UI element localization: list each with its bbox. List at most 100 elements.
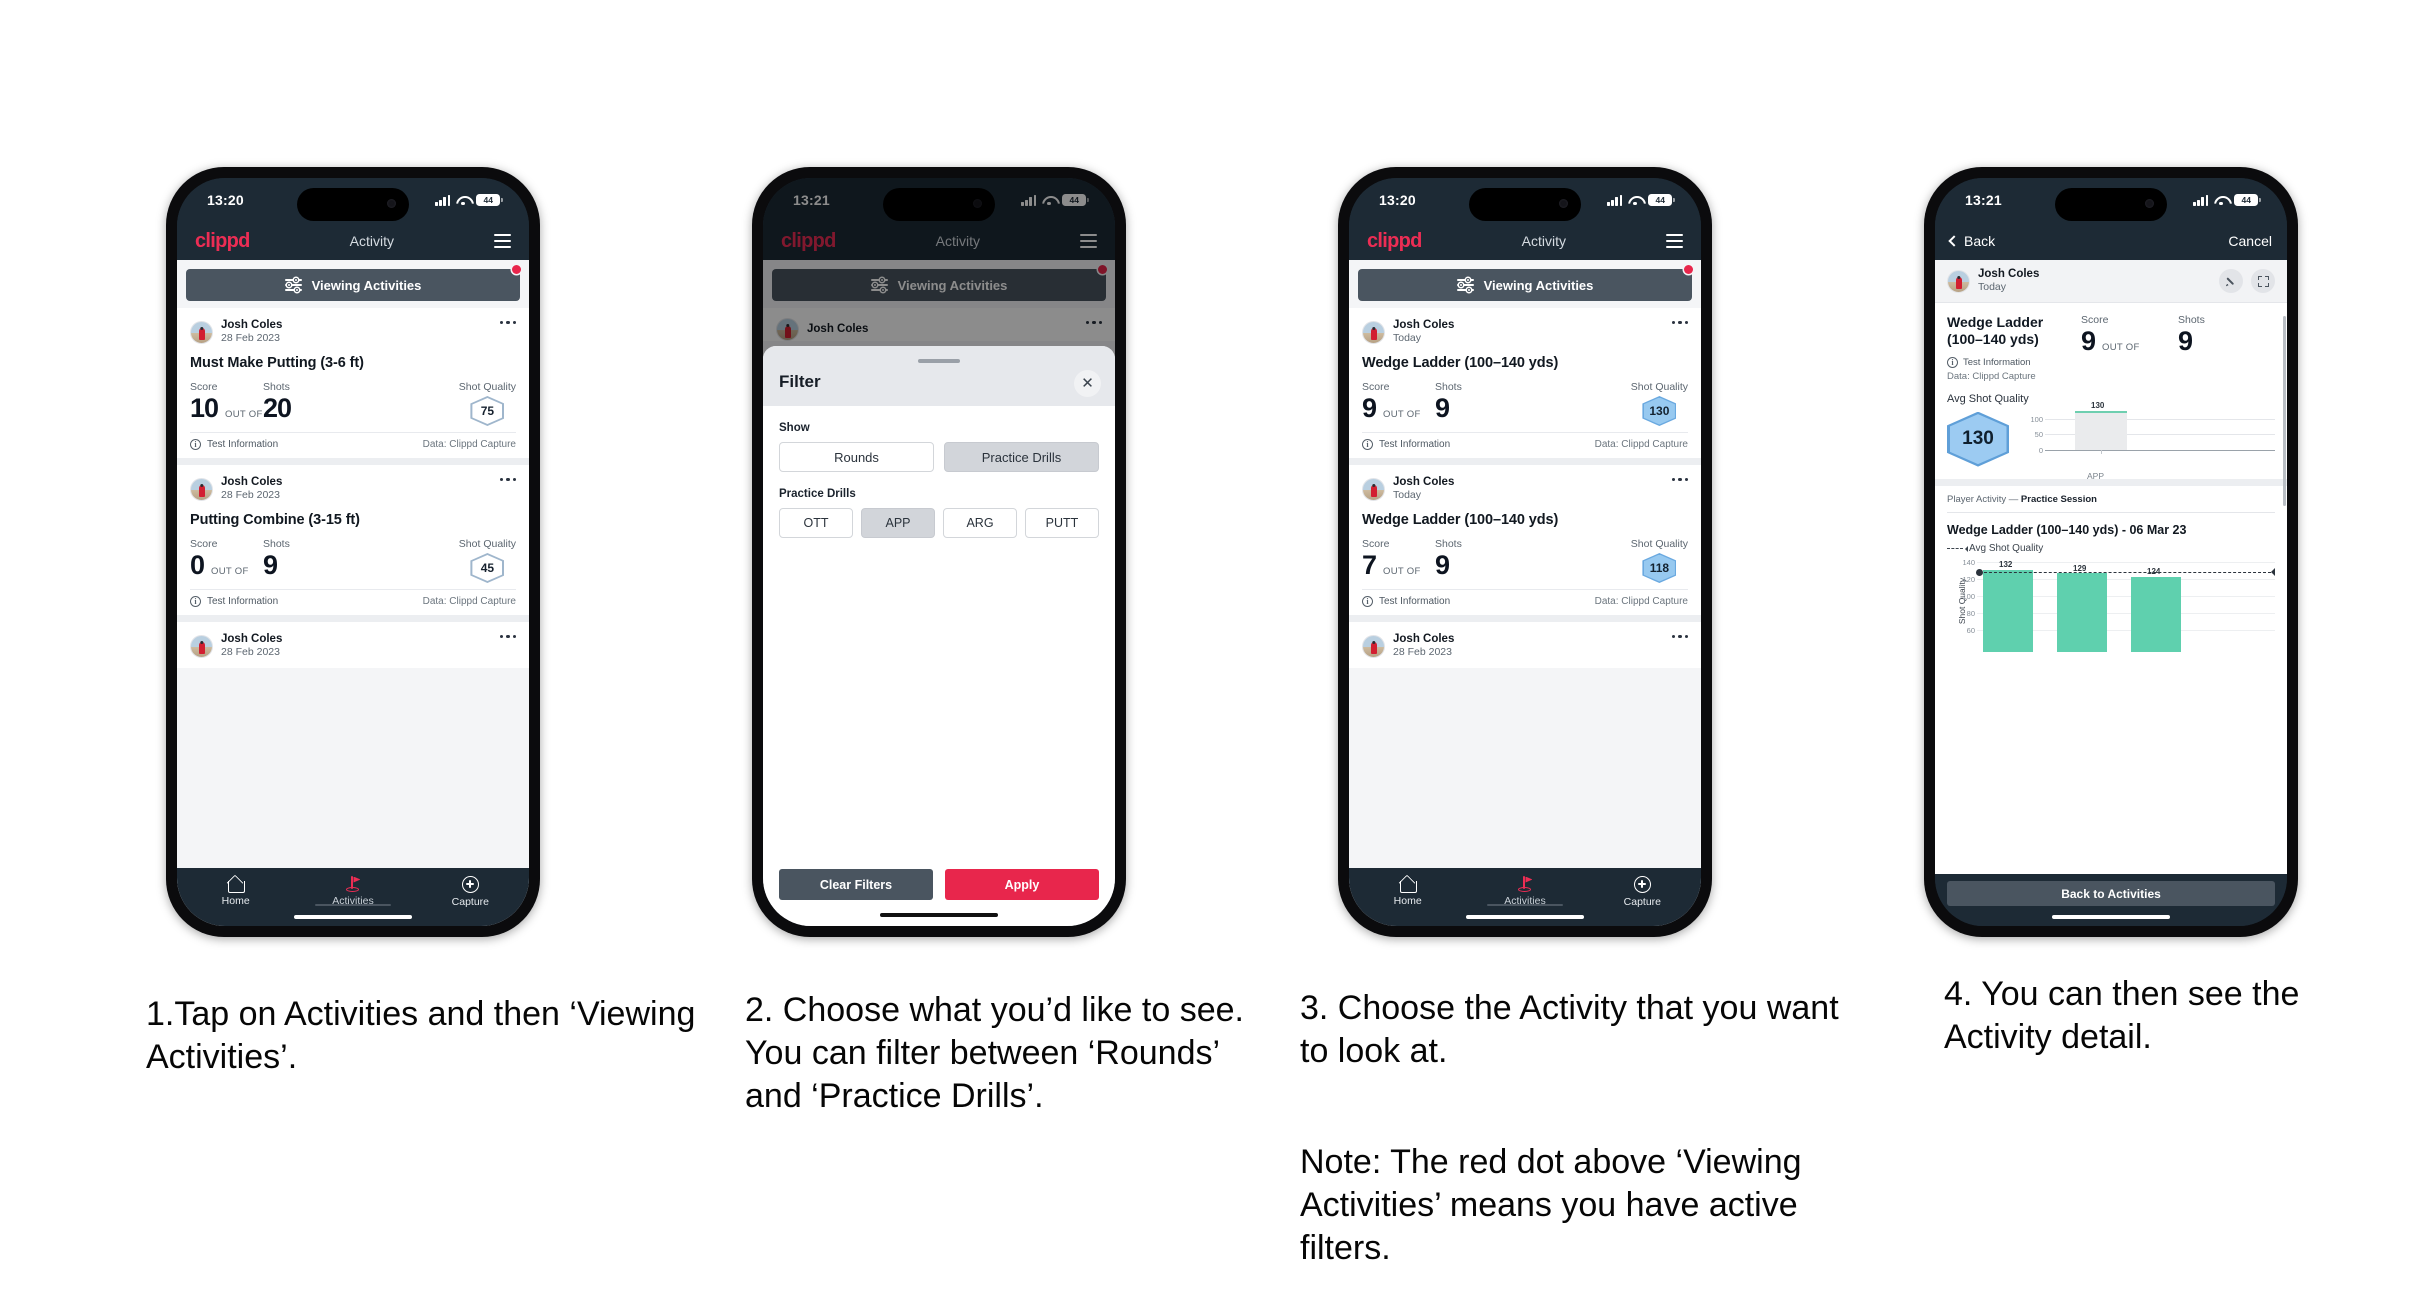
card-user-name: Josh Coles — [1393, 319, 1455, 331]
mini-bar-value: 130 — [2091, 401, 2105, 411]
viewing-activities-button[interactable]: Viewing Activities — [1358, 269, 1692, 301]
info-icon[interactable]: i — [190, 439, 201, 451]
mini-bar-app — [2075, 412, 2127, 451]
detail-user-date: Today — [1978, 281, 2007, 294]
fullscreen-button[interactable] — [2251, 269, 2275, 293]
info-icon[interactable]: i — [190, 596, 201, 608]
clippd-logo[interactable]: clippd — [195, 230, 250, 253]
card-menu-icon[interactable] — [499, 321, 516, 325]
option-ott[interactable]: OTT — [779, 508, 853, 538]
info-icon[interactable]: i — [1362, 596, 1373, 608]
wifi-icon — [1628, 195, 1642, 206]
out-of-label: OUT OF — [1383, 566, 1421, 578]
tab-home[interactable]: Home — [177, 876, 294, 907]
tab-capture[interactable]: Capture — [1584, 876, 1701, 908]
plus-circle-icon — [461, 876, 479, 893]
home-icon — [1399, 876, 1418, 893]
activity-card-partial[interactable]: Josh Coles 28 Feb 2023 — [1349, 622, 1701, 669]
score-value: 9 — [1362, 393, 1377, 424]
card-menu-icon[interactable] — [1671, 478, 1688, 482]
tab-label: Home — [221, 895, 250, 907]
legend-dash-icon — [1947, 545, 1968, 552]
phone-1-activities-list: 13:20 44 clippd Activity Viewing Activit… — [166, 167, 540, 937]
activity-card-list[interactable]: Josh Coles 28 Feb 2023 Must Make Putting… — [177, 308, 529, 868]
close-icon[interactable]: ✕ — [1074, 370, 1101, 397]
tab-activities[interactable]: Activities — [1466, 876, 1583, 907]
scrollbar[interactable] — [2282, 316, 2286, 506]
detail-title-line2: (100–140 yds) — [1947, 331, 2039, 348]
plus-circle-icon — [1633, 876, 1651, 893]
filter-bar-wrap: Viewing Activities — [177, 260, 529, 308]
activity-card[interactable]: Josh Coles 28 Feb 2023 Must Make Putting… — [177, 308, 529, 459]
hamburger-icon[interactable] — [1666, 233, 1683, 249]
battery-icon: 44 — [1648, 193, 1675, 207]
hamburger-icon[interactable] — [494, 233, 511, 249]
ytick-80: 80 — [1966, 609, 1975, 619]
activity-card-partial[interactable]: Josh Coles 28 Feb 2023 — [177, 622, 529, 669]
golf-flag-icon — [1516, 876, 1533, 892]
sliders-icon — [284, 277, 302, 293]
activity-card[interactable]: Josh Coles Today Wedge Ladder (100–140 y… — [1349, 308, 1701, 459]
card-date: 28 Feb 2023 — [221, 646, 280, 659]
activity-card[interactable]: Josh Coles Today Wedge Ladder (100–140 y… — [1349, 465, 1701, 616]
info-icon[interactable]: i — [1362, 439, 1373, 451]
shot-quality-hex: 75 — [470, 396, 505, 427]
option-rounds[interactable]: Rounds — [779, 442, 934, 472]
section-prefix: Player Activity — — [1947, 494, 2021, 506]
clear-filters-button[interactable]: Clear Filters — [779, 869, 933, 900]
activity-card[interactable]: Josh Coles 28 Feb 2023 Putting Combine (… — [177, 465, 529, 616]
status-time: 13:20 — [207, 192, 244, 208]
tab-activities[interactable]: Activities — [294, 876, 411, 907]
detail-nav-bar: Back Cancel — [1935, 222, 2287, 260]
tab-home[interactable]: Home — [1349, 876, 1466, 907]
back-label: Back — [1964, 233, 1996, 249]
drag-handle[interactable] — [918, 359, 960, 363]
card-menu-icon[interactable] — [1671, 321, 1688, 325]
page-title: Activity — [1521, 233, 1567, 249]
shot-quality-hex: 118 — [1642, 553, 1677, 584]
apply-button[interactable]: Apply — [945, 869, 1099, 900]
score-value: 0 — [190, 550, 205, 581]
detail-user-row: Josh Coles Today — [1935, 260, 2287, 304]
battery-level: 44 — [1655, 194, 1665, 205]
clippd-logo[interactable]: clippd — [1367, 230, 1422, 253]
tab-capture[interactable]: Capture — [412, 876, 529, 908]
back-button[interactable]: Back — [1948, 233, 1996, 249]
shots-value: 9 — [2178, 326, 2193, 357]
avatar — [1947, 269, 1970, 293]
shot-quality-label: Shot Quality — [1630, 538, 1688, 551]
card-title: Must Make Putting (3-6 ft) — [190, 355, 364, 372]
sliders-icon — [1456, 277, 1474, 293]
shots-label: Shots — [263, 538, 290, 551]
option-arg[interactable]: ARG — [943, 508, 1017, 538]
edit-button[interactable] — [2219, 269, 2243, 293]
card-menu-icon[interactable] — [1671, 635, 1688, 639]
ytick-60: 60 — [1966, 626, 1975, 636]
shots-label: Shots — [2178, 314, 2205, 327]
shot-quality-label: Shot Quality — [458, 538, 516, 551]
option-putt[interactable]: PUTT — [1025, 508, 1099, 538]
avg-shot-quality-label: Avg Shot Quality — [1947, 393, 2029, 406]
app-nav-bar: clippd Activity — [1349, 222, 1701, 260]
card-menu-icon[interactable] — [499, 635, 516, 639]
active-filters-red-dot — [1684, 265, 1693, 274]
viewing-activities-button[interactable]: Viewing Activities — [186, 269, 520, 301]
card-menu-icon[interactable] — [499, 478, 516, 482]
home-indicator — [294, 914, 412, 919]
card-title: Wedge Ladder (100–140 yds) — [1362, 512, 1559, 529]
cancel-button[interactable]: Cancel — [2228, 233, 2272, 249]
viewing-activities-label: Viewing Activities — [311, 277, 422, 293]
active-filters-red-dot — [512, 265, 521, 274]
filter-modal: Filter ✕ Show Rounds Practice Drills Pra… — [763, 346, 1115, 926]
battery-icon: 44 — [476, 193, 503, 207]
caption-step-2: 2. Choose what you’d like to see. You ca… — [745, 991, 1244, 1116]
option-practice-drills[interactable]: Practice Drills — [944, 442, 1099, 472]
chart-legend: Avg Shot Quality — [1947, 543, 2275, 554]
back-to-activities-button[interactable]: Back to Activities — [1947, 881, 2275, 906]
shots-value: 9 — [263, 550, 278, 581]
activity-card-list[interactable]: Josh Coles Today Wedge Ladder (100–140 y… — [1349, 308, 1701, 868]
option-app[interactable]: APP — [861, 508, 935, 538]
mini-ytick-0: 0 — [2038, 446, 2043, 456]
info-icon[interactable]: i — [1947, 357, 1958, 369]
shot-quality-value: 45 — [472, 555, 503, 582]
